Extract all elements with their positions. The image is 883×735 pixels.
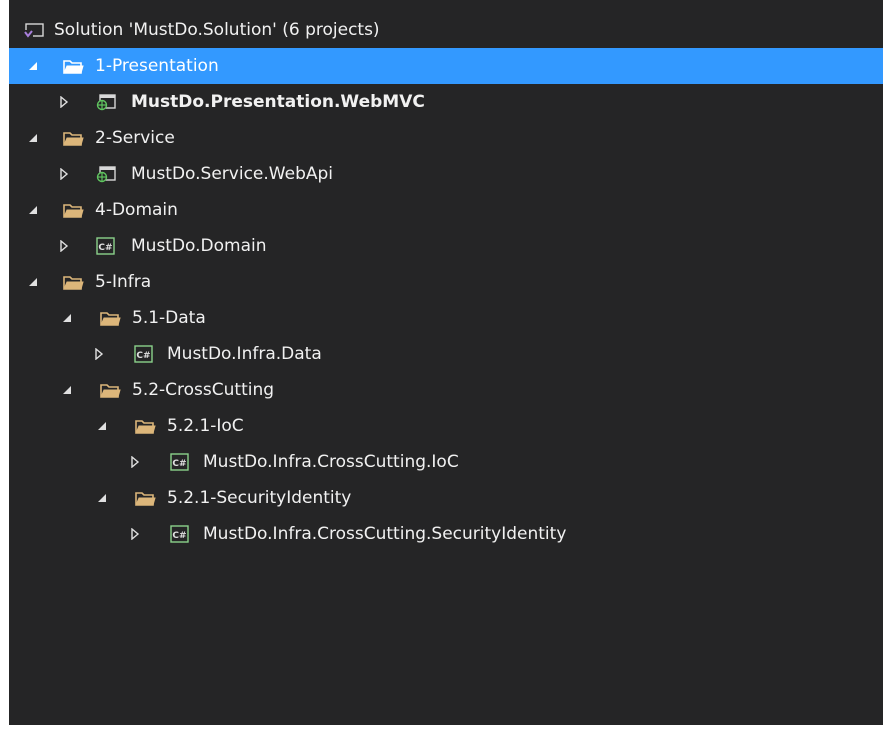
folder-node-ioc[interactable]: 5.2.1-IoC — [9, 408, 883, 444]
folder-label: 5.2.1-SecurityIdentity — [167, 488, 352, 508]
csharp-project-icon: C# — [95, 237, 117, 255]
folder-node-infra[interactable]: 5-Infra — [9, 264, 883, 300]
collapse-arrow-icon[interactable] — [95, 491, 109, 505]
project-label: MustDo.Presentation.WebMVC — [131, 92, 425, 112]
folder-open-icon — [134, 489, 156, 507]
csharp-project-icon: C# — [169, 525, 191, 543]
expand-arrow-icon[interactable] — [57, 95, 71, 109]
folder-label: 5.2.1-IoC — [167, 416, 244, 436]
collapse-arrow-icon[interactable] — [60, 311, 74, 325]
folder-node-security-identity[interactable]: 5.2.1-SecurityIdentity — [9, 480, 883, 516]
project-label: MustDo.Domain — [131, 236, 267, 256]
folder-open-icon — [62, 201, 84, 219]
folder-node-service[interactable]: 2-Service — [9, 120, 883, 156]
project-node-security-identity[interactable]: C# MustDo.Infra.CrossCutting.SecurityIde… — [9, 516, 883, 552]
svg-text:C#: C# — [136, 351, 150, 361]
solution-tree: Solution 'MustDo.Solution' (6 projects) … — [9, 12, 883, 552]
project-label: MustDo.Infra.CrossCutting.IoC — [203, 452, 459, 472]
project-label: MustDo.Infra.Data — [167, 344, 322, 364]
collapse-arrow-icon[interactable] — [60, 383, 74, 397]
collapse-arrow-icon[interactable] — [26, 275, 40, 289]
web-project-icon — [95, 93, 117, 111]
folder-node-presentation[interactable]: 1-Presentation — [9, 48, 883, 84]
folder-node-data[interactable]: 5.1-Data — [9, 300, 883, 336]
svg-text:C#: C# — [172, 459, 186, 469]
expand-arrow-icon[interactable] — [57, 239, 71, 253]
folder-label: 2-Service — [95, 128, 175, 148]
project-label: MustDo.Service.WebApi — [131, 164, 333, 184]
expand-arrow-icon[interactable] — [128, 527, 142, 541]
folder-node-crosscutting[interactable]: 5.2-CrossCutting — [9, 372, 883, 408]
folder-open-icon — [99, 309, 121, 327]
folder-node-domain[interactable]: 4-Domain — [9, 192, 883, 228]
solution-icon — [23, 21, 45, 39]
expand-arrow-icon[interactable] — [57, 167, 71, 181]
folder-open-icon — [134, 417, 156, 435]
solution-node[interactable]: Solution 'MustDo.Solution' (6 projects) — [9, 12, 883, 48]
solution-explorer-panel: Solution 'MustDo.Solution' (6 projects) … — [9, 0, 883, 735]
folder-open-icon — [62, 129, 84, 147]
folder-label: 1-Presentation — [95, 56, 219, 76]
project-node-webapi[interactable]: MustDo.Service.WebApi — [9, 156, 883, 192]
svg-text:C#: C# — [172, 531, 186, 541]
collapse-arrow-icon[interactable] — [95, 419, 109, 433]
csharp-project-icon: C# — [169, 453, 191, 471]
folder-label: 5.2-CrossCutting — [132, 380, 275, 400]
solution-label: Solution 'MustDo.Solution' (6 projects) — [54, 20, 380, 40]
web-project-icon — [95, 165, 117, 183]
collapse-arrow-icon[interactable] — [26, 131, 40, 145]
collapse-arrow-icon[interactable] — [26, 59, 40, 73]
project-node-webmvc[interactable]: MustDo.Presentation.WebMVC — [9, 84, 883, 120]
project-node-ioc[interactable]: C# MustDo.Infra.CrossCutting.IoC — [9, 444, 883, 480]
folder-open-icon — [99, 381, 121, 399]
project-label: MustDo.Infra.CrossCutting.SecurityIdenti… — [203, 524, 567, 544]
expand-arrow-icon[interactable] — [128, 455, 142, 469]
project-node-domain[interactable]: C# MustDo.Domain — [9, 228, 883, 264]
folder-open-icon — [62, 273, 84, 291]
folder-label: 4-Domain — [95, 200, 178, 220]
project-node-infra-data[interactable]: C# MustDo.Infra.Data — [9, 336, 883, 372]
collapse-arrow-icon[interactable] — [26, 203, 40, 217]
expand-arrow-icon[interactable] — [92, 347, 106, 361]
folder-label: 5-Infra — [95, 272, 152, 292]
svg-text:C#: C# — [98, 243, 112, 253]
folder-label: 5.1-Data — [132, 308, 206, 328]
bottom-border — [9, 725, 883, 735]
folder-open-icon — [62, 57, 84, 75]
csharp-project-icon: C# — [133, 345, 155, 363]
